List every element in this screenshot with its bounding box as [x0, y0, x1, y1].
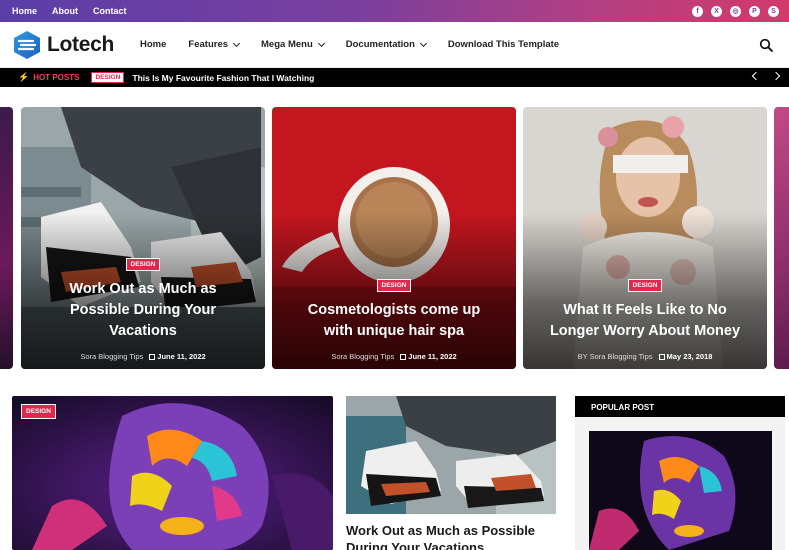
logo-text: Lotech [47, 32, 115, 56]
slide-author[interactable]: Sora Blogging Tips [80, 352, 143, 361]
nav-label: Mega Menu [261, 39, 313, 50]
hot-posts-label: ⚡ HOT POSTS [18, 72, 79, 83]
slide-meta: BY Sora Blogging Tips May 23, 2018 [523, 352, 767, 361]
slide-date-text: June 11, 2022 [157, 352, 206, 361]
sidebar-popular-posts: POPULAR POST [575, 396, 785, 550]
slide-card[interactable]: DESIGN Cosmetologists come up with uniqu… [272, 107, 516, 369]
mid-post-image[interactable] [346, 396, 556, 514]
slide-date: June 11, 2022 [149, 352, 206, 361]
calendar-icon [658, 354, 665, 361]
nav-item-features[interactable]: Features [188, 39, 241, 50]
slide-title[interactable]: Work Out as Much as Possible During Your… [21, 279, 265, 342]
slide-partial-left[interactable] [0, 107, 13, 369]
slide-date-text: May 23, 2018 [666, 352, 713, 361]
featured-slider: DESIGN Work Out as Much as Possible Duri… [0, 107, 789, 369]
nav-label: Features [188, 39, 229, 50]
facebook-icon[interactable]: f [692, 5, 703, 17]
slide-author-prefix: BY [577, 352, 588, 361]
bolt-icon: ⚡ [18, 72, 30, 82]
pinterest-icon[interactable]: P [749, 5, 760, 17]
chevron-down-icon [317, 39, 325, 47]
nav-label: Home [140, 39, 167, 50]
slide-title[interactable]: What It Feels Like to No Longer Worry Ab… [523, 300, 767, 342]
hot-posts-ticker: ⚡ HOT POSTS DESIGN This Is My Favourite F… [0, 68, 789, 87]
top-link-contact[interactable]: Contact [93, 6, 127, 16]
sidebar-heading: POPULAR POST [575, 396, 785, 417]
hot-posts-text: HOT POSTS [33, 73, 80, 82]
site-header: Lotech Home Features Mega Menu Documenta… [0, 22, 789, 68]
slide-card[interactable]: DESIGN Work Out as Much as Possible Duri… [21, 107, 265, 369]
nav-item-documentation[interactable]: Documentation [345, 39, 427, 50]
search-icon[interactable] [759, 38, 773, 52]
slide-tag[interactable]: DESIGN [627, 279, 663, 292]
site-logo[interactable]: Lotech [12, 30, 128, 60]
slide-meta: Sora Blogging Tips June 11, 2022 [272, 352, 516, 361]
calendar-icon [400, 354, 407, 361]
slide-partial-right[interactable] [774, 107, 789, 369]
top-links: Home About Contact [12, 6, 127, 16]
nav-label: Documentation [345, 39, 415, 50]
page: { "topbar": { "links": ["Home", "About",… [0, 0, 789, 550]
social-links: f X ◎ P S [692, 5, 779, 17]
nav-label: Download This Template [447, 39, 560, 50]
skype-icon[interactable]: S [768, 5, 779, 17]
ticker-tag[interactable]: DESIGN [91, 72, 125, 83]
x-twitter-icon[interactable]: X [711, 5, 722, 17]
slide-caption: DESIGN What It Feels Like to No Longer W… [523, 274, 767, 361]
slide-author[interactable]: Sora Blogging Tips [331, 352, 394, 361]
chevron-down-icon [419, 39, 427, 47]
instagram-icon[interactable]: ◎ [730, 5, 741, 17]
popular-post-image[interactable] [589, 431, 772, 550]
slide-title[interactable]: Cosmetologists come up with unique hair … [272, 300, 516, 342]
chevron-left-icon[interactable] [751, 71, 761, 81]
slide-date: May 23, 2018 [658, 352, 713, 361]
slide-tag[interactable]: DESIGN [376, 279, 412, 292]
slide-tag[interactable]: DESIGN [125, 258, 161, 271]
slide-author-name: Sora Blogging Tips [589, 352, 653, 361]
post-image [12, 396, 333, 550]
logo-mark-icon [14, 30, 40, 59]
top-link-home[interactable]: Home [12, 6, 37, 16]
slide-caption: DESIGN Work Out as Much as Possible Duri… [21, 253, 265, 361]
nav-item-home[interactable]: Home [140, 39, 166, 50]
chevron-down-icon [232, 39, 241, 47]
slide-author[interactable]: BY Sora Blogging Tips [578, 352, 653, 361]
mid-post-title[interactable]: Work Out as Much as Possible During Your… [346, 522, 566, 550]
calendar-icon [149, 354, 156, 361]
slide-card[interactable]: DESIGN What It Feels Like to No Longer W… [523, 107, 767, 369]
top-link-about[interactable]: About [52, 6, 78, 16]
slide-caption: DESIGN Cosmetologists come up with uniqu… [272, 274, 516, 361]
chevron-right-icon[interactable] [771, 71, 781, 81]
slide-date: June 11, 2022 [400, 352, 457, 361]
post-image [346, 396, 556, 514]
slide-date-text: June 11, 2022 [408, 352, 457, 361]
post-tag[interactable]: DESIGN [21, 404, 56, 419]
nav-item-mega-menu[interactable]: Mega Menu [261, 39, 325, 50]
ticker-arrows [751, 71, 781, 81]
nav-item-download-template[interactable]: Download This Template [448, 39, 559, 50]
top-bar: Home About Contact f X ◎ P S [0, 0, 789, 22]
post-image [589, 431, 772, 550]
big-post-image[interactable]: DESIGN [12, 396, 333, 550]
slide-meta: Sora Blogging Tips June 11, 2022 [21, 352, 265, 361]
ticker-title[interactable]: This Is My Favourite Fashion That I Watc… [132, 73, 314, 83]
main-nav: Home Features Mega Menu Documentation Do… [140, 39, 581, 50]
